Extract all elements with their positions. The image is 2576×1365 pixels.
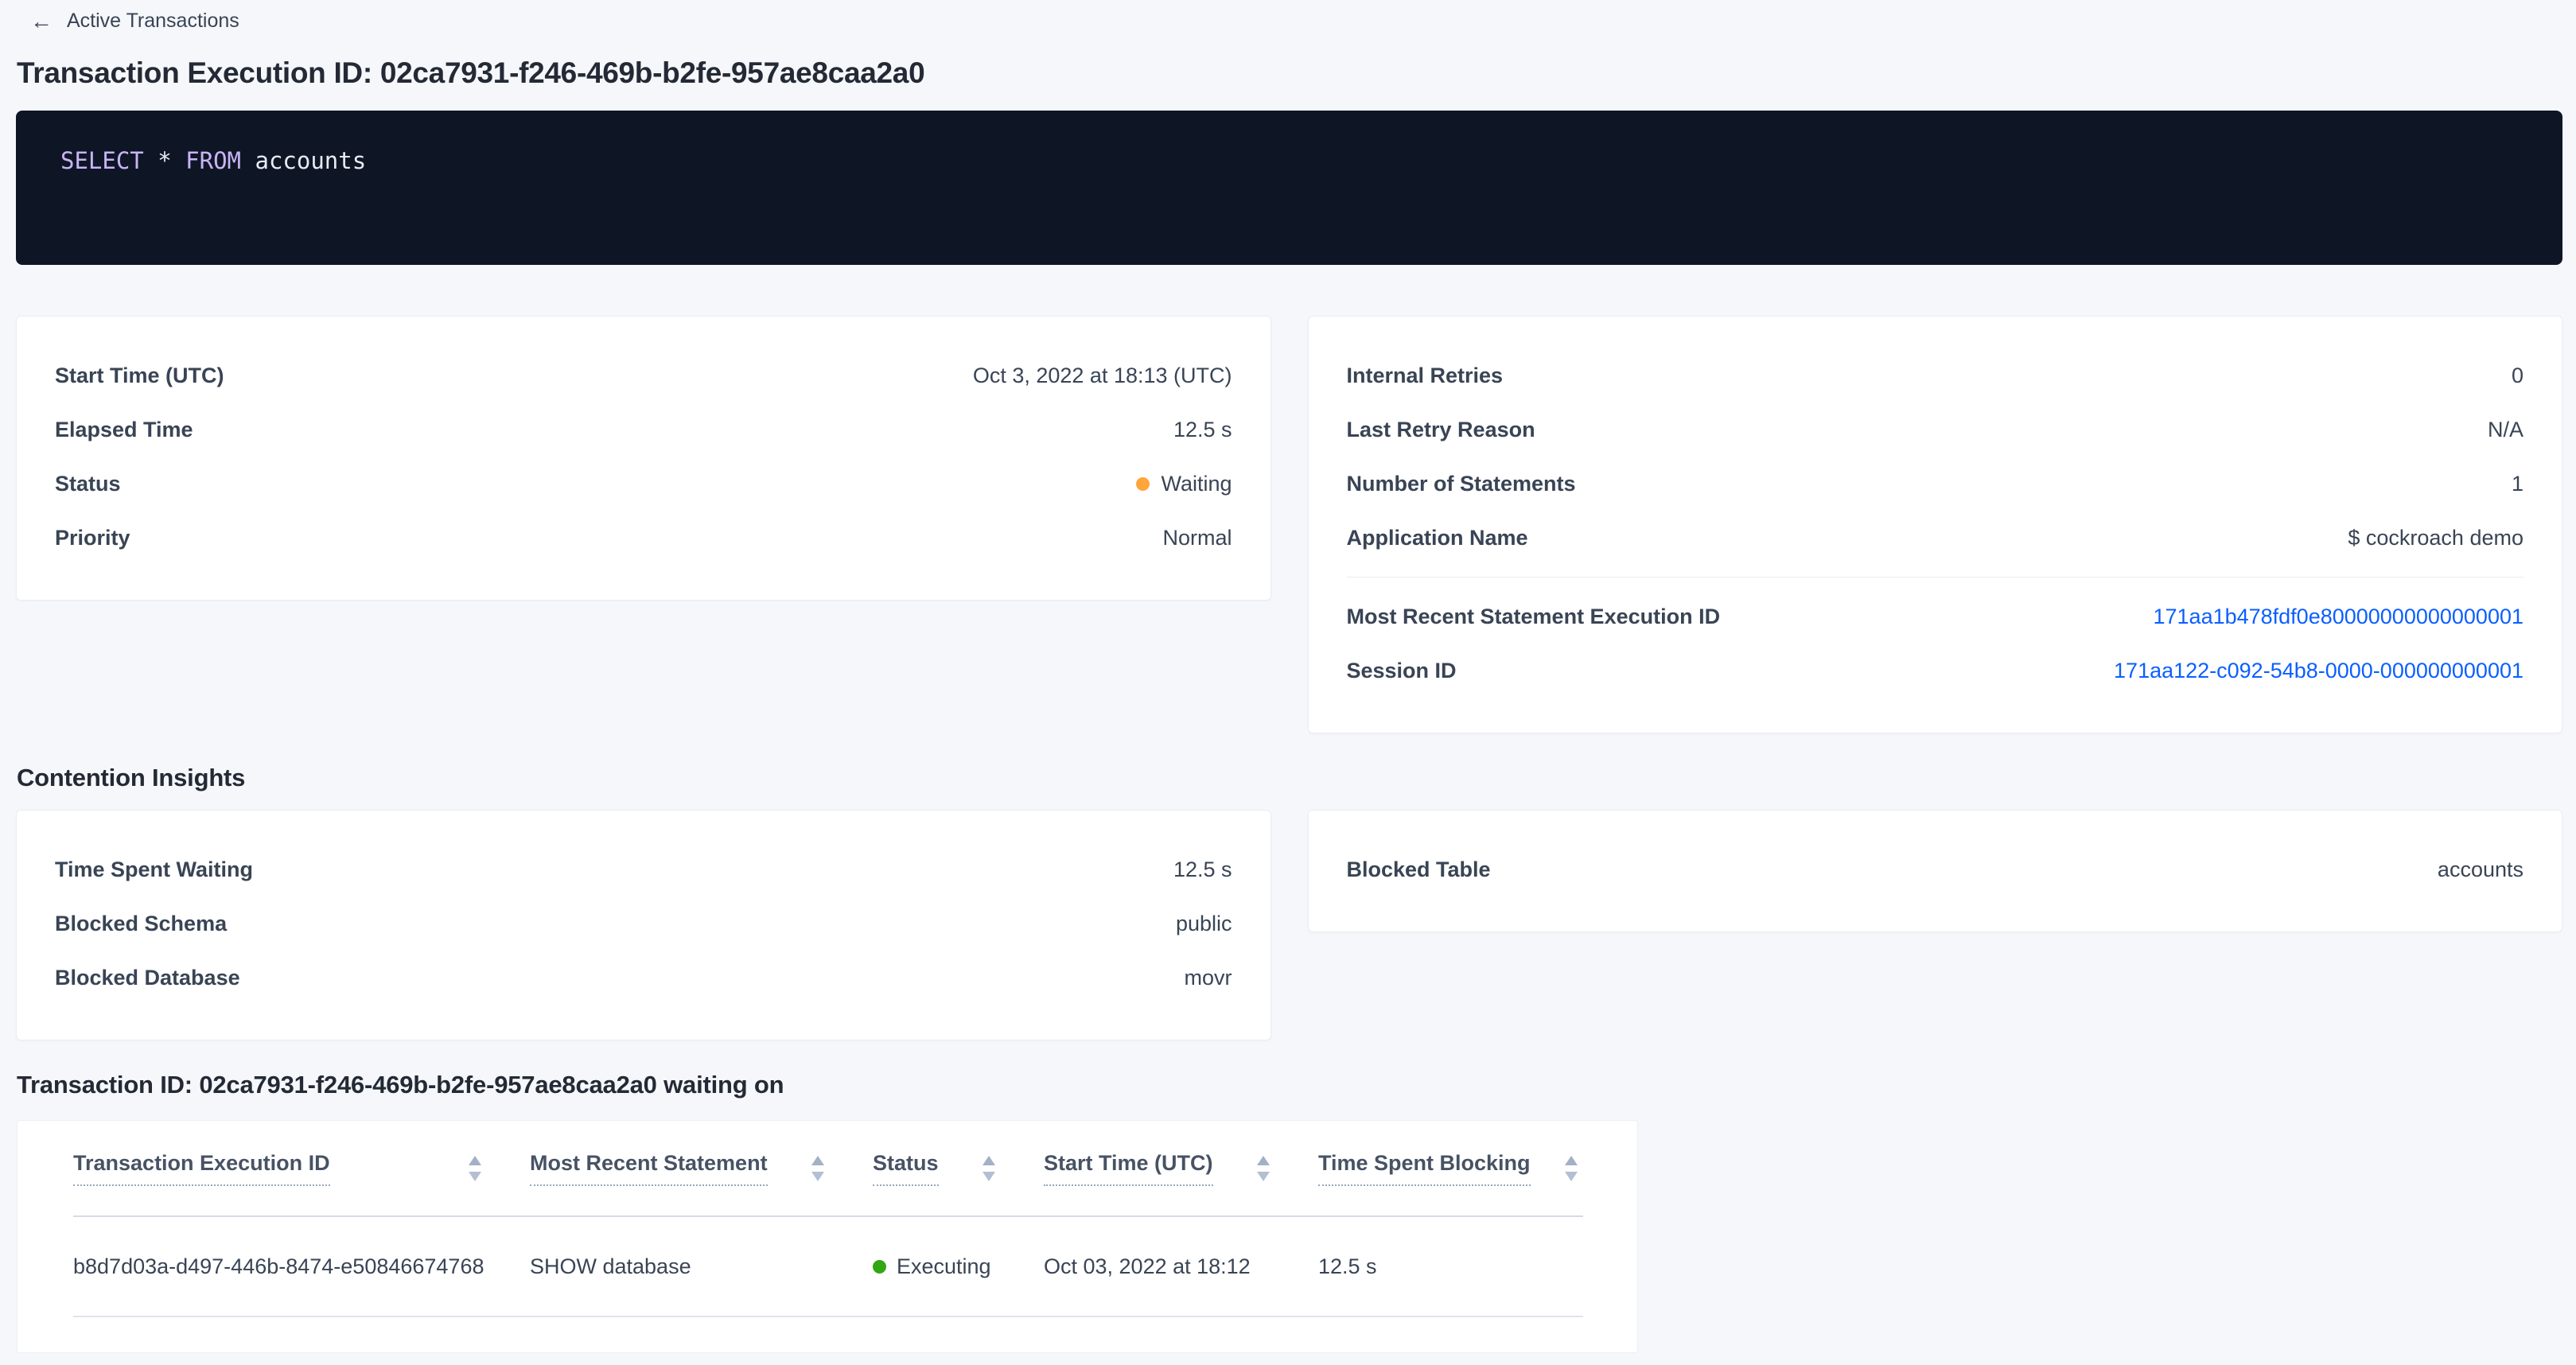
statement-execution-id-label: Most Recent Statement Execution ID: [1347, 605, 1721, 629]
start-time-value: Oct 3, 2022 at 18:13 (UTC): [973, 364, 1232, 388]
back-arrow-icon: ←: [30, 10, 53, 33]
card-divider: [1347, 577, 2524, 578]
cell-start-time: Oct 03, 2022 at 18:12: [1044, 1216, 1318, 1316]
blocked-table-label: Blocked Table: [1347, 858, 1491, 882]
waiting-status-dot-icon: [1136, 477, 1150, 491]
number-of-statements-value: 1: [2512, 472, 2523, 496]
cell-status: Executing: [873, 1216, 1044, 1316]
start-time-label: Start Time (UTC): [55, 364, 224, 388]
last-retry-reason-row: Last Retry Reason N/A: [1347, 402, 2524, 457]
application-name-value: $ cockroach demo: [2348, 526, 2523, 550]
time-spent-waiting-label: Time Spent Waiting: [55, 858, 253, 882]
session-id-link[interactable]: 171aa122-c092-54b8-0000-000000000001: [2114, 659, 2523, 683]
sort-arrows-icon: [809, 1154, 827, 1183]
blocked-table-row: Blocked Table accounts: [1347, 842, 2524, 896]
cell-transaction-execution-id: b8d7d03a-d497-446b-8474-e50846674768: [73, 1216, 530, 1316]
blocked-table-value: accounts: [2438, 858, 2523, 882]
sort-arrows-icon: [1255, 1154, 1272, 1183]
blocked-schema-row: Blocked Schema public: [55, 896, 1232, 951]
sql-table-name: accounts: [255, 147, 366, 174]
status-row: Status Waiting: [55, 457, 1232, 511]
overview-cards-row: Start Time (UTC) Oct 3, 2022 at 18:13 (U…: [16, 316, 2562, 733]
elapsed-time-row: Elapsed Time 12.5 s: [55, 402, 1232, 457]
table-header-row: Transaction Execution ID Most Recent Sta…: [73, 1121, 1583, 1216]
application-name-label: Application Name: [1347, 526, 1528, 550]
sort-arrows-icon: [466, 1154, 484, 1183]
status-value-text: Waiting: [1161, 472, 1232, 496]
contention-insights-heading: Contention Insights: [17, 764, 2576, 792]
session-id-row: Session ID 171aa122-c092-54b8-0000-00000…: [1347, 644, 2524, 698]
sql-keyword-select: SELECT: [60, 147, 144, 174]
column-label: Status: [873, 1151, 939, 1186]
sql-statement-box: SELECT * FROM accounts: [16, 111, 2562, 265]
blocked-database-label: Blocked Database: [55, 966, 240, 990]
contention-blocked-card: Blocked Table accounts: [1308, 810, 2563, 932]
column-header-time-spent-blocking[interactable]: Time Spent Blocking: [1318, 1121, 1583, 1216]
time-spent-waiting-value: 12.5 s: [1173, 858, 1232, 882]
number-of-statements-row: Number of Statements 1: [1347, 457, 2524, 511]
details-card: Internal Retries 0 Last Retry Reason N/A…: [1308, 316, 2563, 733]
back-link-active-transactions[interactable]: ← Active Transactions: [30, 10, 239, 33]
application-name-row: Application Name $ cockroach demo: [1347, 511, 2524, 565]
waiting-on-heading: Transaction ID: 02ca7931-f246-469b-b2fe-…: [17, 1071, 2576, 1099]
status-label: Status: [55, 472, 121, 496]
statement-execution-id-link[interactable]: 171aa1b478fdf0e80000000000000001: [2154, 605, 2524, 629]
breadcrumb-label: Active Transactions: [67, 10, 239, 33]
column-label: Most Recent Statement: [530, 1151, 768, 1186]
column-label: Transaction Execution ID: [73, 1151, 330, 1186]
start-time-row: Start Time (UTC) Oct 3, 2022 at 18:13 (U…: [55, 348, 1232, 402]
waiting-on-table-card: Transaction Execution ID Most Recent Sta…: [17, 1120, 1638, 1353]
elapsed-time-value: 12.5 s: [1173, 418, 1232, 442]
column-header-start-time[interactable]: Start Time (UTC): [1044, 1121, 1318, 1216]
blocked-database-row: Blocked Database movr: [55, 951, 1232, 1005]
cell-most-recent-statement: SHOW database: [530, 1216, 873, 1316]
blocked-schema-label: Blocked Schema: [55, 912, 227, 936]
table-row: b8d7d03a-d497-446b-8474-e50846674768 SHO…: [73, 1216, 1583, 1316]
column-label: Start Time (UTC): [1044, 1151, 1213, 1186]
column-header-status[interactable]: Status: [873, 1121, 1044, 1216]
priority-label: Priority: [55, 526, 130, 550]
session-id-label: Session ID: [1347, 659, 1457, 683]
blocked-schema-value: public: [1176, 912, 1232, 936]
waiting-transactions-table: Transaction Execution ID Most Recent Sta…: [73, 1121, 1583, 1317]
priority-value: Normal: [1162, 526, 1232, 550]
sql-star: *: [158, 147, 171, 174]
cell-status-text: Executing: [897, 1254, 991, 1279]
cell-time-spent-blocking: 12.5 s: [1318, 1216, 1583, 1316]
active-transaction-details-page: ← Active Transactions Transaction Execut…: [0, 0, 2576, 1365]
internal-retries-label: Internal Retries: [1347, 364, 1504, 388]
last-retry-reason-value: N/A: [2488, 418, 2523, 442]
elapsed-time-label: Elapsed Time: [55, 418, 193, 442]
sql-keyword-from: FROM: [185, 147, 241, 174]
executing-status-dot-icon: [873, 1260, 886, 1274]
internal-retries-row: Internal Retries 0: [1347, 348, 2524, 402]
column-header-most-recent-statement[interactable]: Most Recent Statement: [530, 1121, 873, 1216]
status-value: Waiting: [1136, 472, 1232, 496]
column-header-transaction-execution-id[interactable]: Transaction Execution ID: [73, 1121, 530, 1216]
column-label: Time Spent Blocking: [1318, 1151, 1531, 1186]
contention-waiting-card: Time Spent Waiting 12.5 s Blocked Schema…: [16, 810, 1271, 1040]
statement-execution-id-row: Most Recent Statement Execution ID 171aa…: [1347, 589, 2524, 644]
priority-row: Priority Normal: [55, 511, 1232, 565]
sort-arrows-icon: [980, 1154, 998, 1183]
contention-cards-row: Time Spent Waiting 12.5 s Blocked Schema…: [16, 810, 2562, 1040]
last-retry-reason-label: Last Retry Reason: [1347, 418, 1535, 442]
timing-card: Start Time (UTC) Oct 3, 2022 at 18:13 (U…: [16, 316, 1271, 601]
sort-arrows-icon: [1562, 1154, 1580, 1183]
blocked-database-value: movr: [1185, 966, 1232, 990]
time-spent-waiting-row: Time Spent Waiting 12.5 s: [55, 842, 1232, 896]
number-of-statements-label: Number of Statements: [1347, 472, 1576, 496]
internal-retries-value: 0: [2512, 364, 2523, 388]
page-title: Transaction Execution ID: 02ca7931-f246-…: [17, 56, 2576, 90]
